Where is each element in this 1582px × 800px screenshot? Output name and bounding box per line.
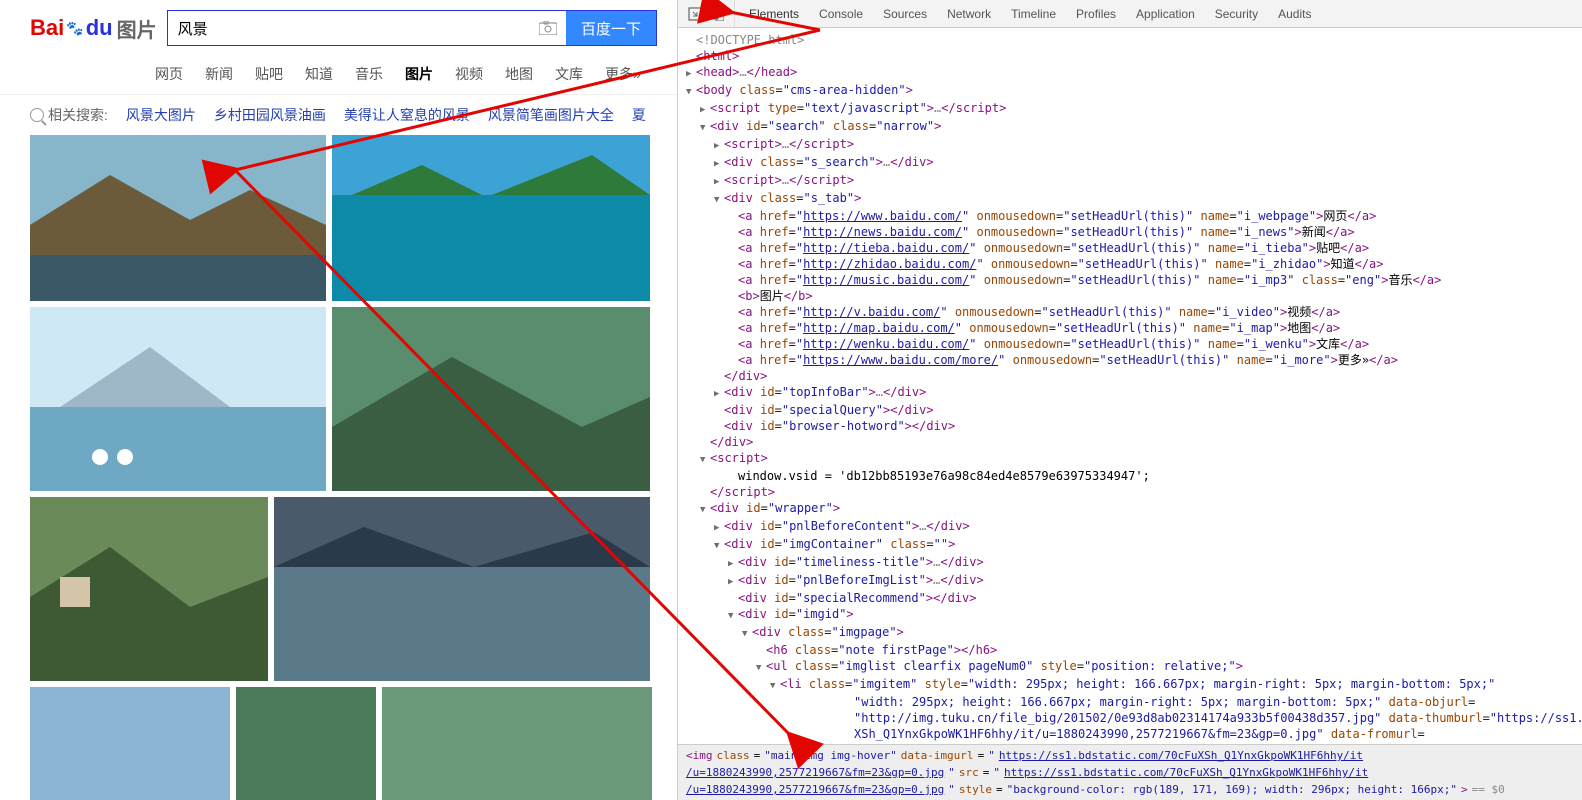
- image-thumb[interactable]: [332, 307, 650, 491]
- logo-sub: 图片: [117, 14, 157, 43]
- devtools-tab[interactable]: Network: [947, 7, 991, 21]
- image-thumb[interactable]: [30, 497, 268, 681]
- image-thumb[interactable]: [30, 135, 326, 301]
- nav-tab[interactable]: 视频: [455, 64, 483, 84]
- logo-du: du: [86, 15, 113, 41]
- image-thumb[interactable]: [30, 687, 230, 800]
- logo-bai: Bai: [30, 15, 64, 41]
- nav-tab[interactable]: 网页: [155, 64, 183, 84]
- devtools-tab[interactable]: Elements: [749, 7, 799, 21]
- related-link[interactable]: 风景大图片: [126, 107, 196, 123]
- nav-tabs: 网页 新闻 贴吧 知道 音乐 图片 视频 地图 文库 更多»: [0, 56, 677, 95]
- related-searches: 相关搜索: 风景大图片 乡村田园风景油画 美得让人窒息的风景 风景简笔画图片大全 夏: [0, 95, 677, 135]
- nav-tab[interactable]: 图片: [405, 64, 433, 84]
- nav-tab[interactable]: 更多»: [605, 64, 641, 84]
- inspect-icon[interactable]: [688, 7, 702, 21]
- image-thumb[interactable]: [274, 497, 650, 681]
- nav-tab[interactable]: 文库: [555, 64, 583, 84]
- search-icon: [30, 108, 44, 122]
- related-link[interactable]: 风景简笔画图片大全: [488, 107, 614, 123]
- nav-tab[interactable]: 贴吧: [255, 64, 283, 84]
- search-input[interactable]: [168, 11, 530, 45]
- related-link[interactable]: 美得让人窒息的风景: [344, 107, 470, 123]
- devtools-tab[interactable]: Security: [1215, 7, 1258, 21]
- baidu-page: Bai 🐾 du 图片 百度一下 网页新闻贴吧知道音乐图片视频地图文库更多» 相…: [0, 0, 678, 800]
- nav-tab[interactable]: 知道: [305, 64, 333, 84]
- baidu-logo[interactable]: Bai 🐾 du 图片: [30, 14, 157, 43]
- devtools-tab[interactable]: Console: [819, 7, 863, 21]
- devtools-tabs: Elements Console Sources Network Timeline Pro…: [735, 7, 1311, 21]
- devtools-toolbar: Elements Console Sources Network Timeline Pro…: [678, 0, 1582, 28]
- related-label: 相关搜索:: [30, 105, 108, 125]
- devtools-tab[interactable]: Application: [1136, 7, 1195, 21]
- camera-icon[interactable]: [530, 11, 566, 45]
- related-link[interactable]: 乡村田园风景油画: [214, 107, 326, 123]
- highlighted-source: <img class="main_img img-hover" data-img…: [678, 744, 1582, 800]
- devtools-tab[interactable]: Profiles: [1076, 7, 1116, 21]
- image-thumb[interactable]: [382, 687, 652, 800]
- device-icon[interactable]: [710, 7, 724, 21]
- search-box: 百度一下: [167, 10, 657, 46]
- nav-tab[interactable]: 地图: [505, 64, 533, 84]
- image-gallery: [0, 135, 677, 800]
- search-button[interactable]: 百度一下: [566, 11, 656, 45]
- related-link[interactable]: 夏: [632, 107, 646, 123]
- devtools-tab[interactable]: Timeline: [1011, 7, 1056, 21]
- devtools-tab[interactable]: Audits: [1278, 7, 1311, 21]
- header: Bai 🐾 du 图片 百度一下: [0, 0, 677, 56]
- dom-tree[interactable]: <!DOCTYPE html><html><head>…</head><body…: [678, 28, 1582, 744]
- paw-icon: 🐾: [66, 20, 83, 37]
- nav-tab[interactable]: 新闻: [205, 64, 233, 84]
- image-thumb[interactable]: [332, 135, 650, 301]
- nav-tab[interactable]: 音乐: [355, 64, 383, 84]
- image-thumb[interactable]: [236, 687, 376, 800]
- image-thumb[interactable]: [30, 307, 326, 491]
- devtools-tab[interactable]: Sources: [883, 7, 927, 21]
- devtools-pane: Elements Console Sources Network Timeline Pro…: [678, 0, 1582, 800]
